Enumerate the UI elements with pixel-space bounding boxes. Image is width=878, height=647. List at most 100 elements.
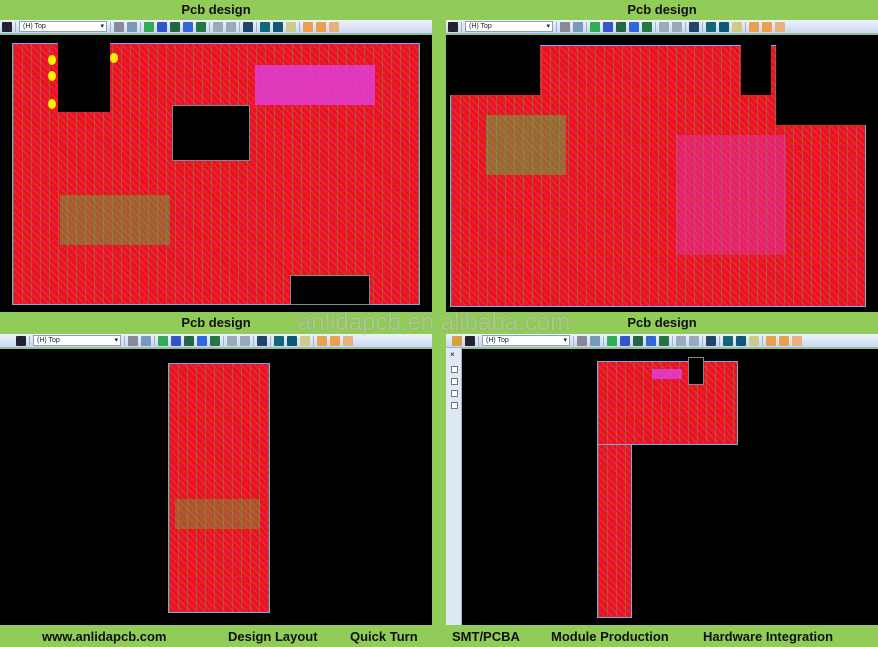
redo-icon[interactable]	[226, 21, 236, 32]
board-icon[interactable]	[633, 335, 643, 346]
tree-expand-icon[interactable]	[451, 378, 458, 385]
line-icon[interactable]	[646, 335, 656, 346]
brush-icon[interactable]	[749, 335, 759, 346]
open-folder-icon[interactable]	[452, 335, 462, 346]
layer-icon[interactable]	[719, 21, 729, 32]
window-icon[interactable]	[317, 335, 327, 346]
panel-icon[interactable]	[779, 335, 789, 346]
line-icon[interactable]	[183, 21, 193, 32]
layer-select[interactable]: (H) Top	[19, 21, 107, 32]
brush-icon[interactable]	[300, 335, 310, 346]
layer-icon[interactable]	[287, 335, 297, 346]
layer-icon[interactable]	[273, 21, 283, 32]
component-icon[interactable]	[196, 21, 206, 32]
zoom-icon[interactable]	[257, 335, 267, 346]
view-icon[interactable]	[706, 21, 716, 32]
refresh-icon[interactable]	[590, 335, 600, 346]
service-label: SMT/PCBA	[452, 628, 520, 644]
save-icon[interactable]	[2, 21, 12, 32]
pcb-canvas[interactable]	[0, 35, 432, 312]
zoom-icon[interactable]	[689, 21, 699, 32]
tree-expand-icon[interactable]	[451, 402, 458, 409]
brush-icon[interactable]	[286, 21, 296, 32]
view-icon[interactable]	[274, 335, 284, 346]
grid-icon[interactable]	[603, 21, 613, 32]
board-icon[interactable]	[170, 21, 180, 32]
panel-title: Pcb design	[181, 2, 251, 17]
trace-area	[175, 499, 260, 529]
panel-icon[interactable]	[330, 335, 340, 346]
brush-icon[interactable]	[732, 21, 742, 32]
window-icon[interactable]	[303, 21, 313, 32]
board-icon[interactable]	[184, 335, 194, 346]
pcb-board	[168, 363, 270, 613]
redo-icon[interactable]	[689, 335, 699, 346]
component-icon[interactable]	[659, 335, 669, 346]
view-icon[interactable]	[260, 21, 270, 32]
route-icon[interactable]	[607, 335, 617, 346]
redo-icon[interactable]	[240, 335, 250, 346]
pcb-canvas[interactable]	[462, 349, 878, 625]
pcb-canvas[interactable]	[446, 35, 878, 312]
redo-icon[interactable]	[672, 21, 682, 32]
grid-icon[interactable]	[157, 21, 167, 32]
tree-expand-icon[interactable]	[451, 366, 458, 373]
refresh-icon[interactable]	[141, 335, 151, 346]
website-link[interactable]: www.anlidapcb.com	[42, 629, 166, 644]
undo-icon[interactable]	[213, 21, 223, 32]
refresh-icon[interactable]	[127, 21, 137, 32]
properties-icon[interactable]	[577, 335, 587, 346]
window-icon[interactable]	[749, 21, 759, 32]
trace-area	[255, 65, 375, 105]
board-cutout	[58, 40, 110, 112]
properties-icon[interactable]	[114, 21, 124, 32]
tile-icon[interactable]	[329, 21, 339, 32]
board-cutout	[776, 45, 866, 125]
properties-icon[interactable]	[128, 335, 138, 346]
panel-icon[interactable]	[316, 21, 326, 32]
board-cutout	[450, 45, 540, 95]
tree-expand-icon[interactable]	[451, 390, 458, 397]
window-icon[interactable]	[766, 335, 776, 346]
undo-icon[interactable]	[676, 335, 686, 346]
close-icon[interactable]: ×	[450, 350, 455, 359]
tile-icon[interactable]	[775, 21, 785, 32]
route-icon[interactable]	[144, 21, 154, 32]
service-label: Module Production	[551, 628, 669, 644]
service-label: Design Layout	[228, 628, 318, 644]
save-icon[interactable]	[465, 335, 475, 346]
component-icon[interactable]	[210, 335, 220, 346]
save-icon[interactable]	[16, 335, 26, 346]
pcb-canvas[interactable]	[0, 349, 432, 625]
zoom-icon[interactable]	[243, 21, 253, 32]
tile-icon[interactable]	[792, 335, 802, 346]
layer-select[interactable]: (H) Top	[465, 21, 553, 32]
watermark: anlidapcb.en.alibaba.com	[298, 309, 571, 336]
undo-icon[interactable]	[659, 21, 669, 32]
board-icon[interactable]	[616, 21, 626, 32]
undo-icon[interactable]	[227, 335, 237, 346]
panel-icon[interactable]	[762, 21, 772, 32]
route-icon[interactable]	[158, 335, 168, 346]
service-label: Hardware Integration	[703, 628, 834, 644]
properties-icon[interactable]	[560, 21, 570, 32]
pad	[48, 55, 56, 65]
pcb-board	[597, 444, 632, 618]
zoom-icon[interactable]	[706, 335, 716, 346]
layer-icon[interactable]	[736, 335, 746, 346]
view-icon[interactable]	[723, 335, 733, 346]
tile-icon[interactable]	[343, 335, 353, 346]
grid-icon[interactable]	[171, 335, 181, 346]
component-icon[interactable]	[642, 21, 652, 32]
line-icon[interactable]	[629, 21, 639, 32]
trace-area	[652, 369, 682, 379]
route-icon[interactable]	[590, 21, 600, 32]
board-window	[172, 105, 250, 161]
line-icon[interactable]	[197, 335, 207, 346]
refresh-icon[interactable]	[573, 21, 583, 32]
bottom-bar: www.anlidapcb.com Design Layout Quick Tu…	[0, 625, 878, 647]
grid-icon[interactable]	[620, 335, 630, 346]
service-label: Quick Turn	[350, 628, 418, 644]
layer-select[interactable]: (H) Top	[33, 335, 121, 346]
save-icon[interactable]	[448, 21, 458, 32]
